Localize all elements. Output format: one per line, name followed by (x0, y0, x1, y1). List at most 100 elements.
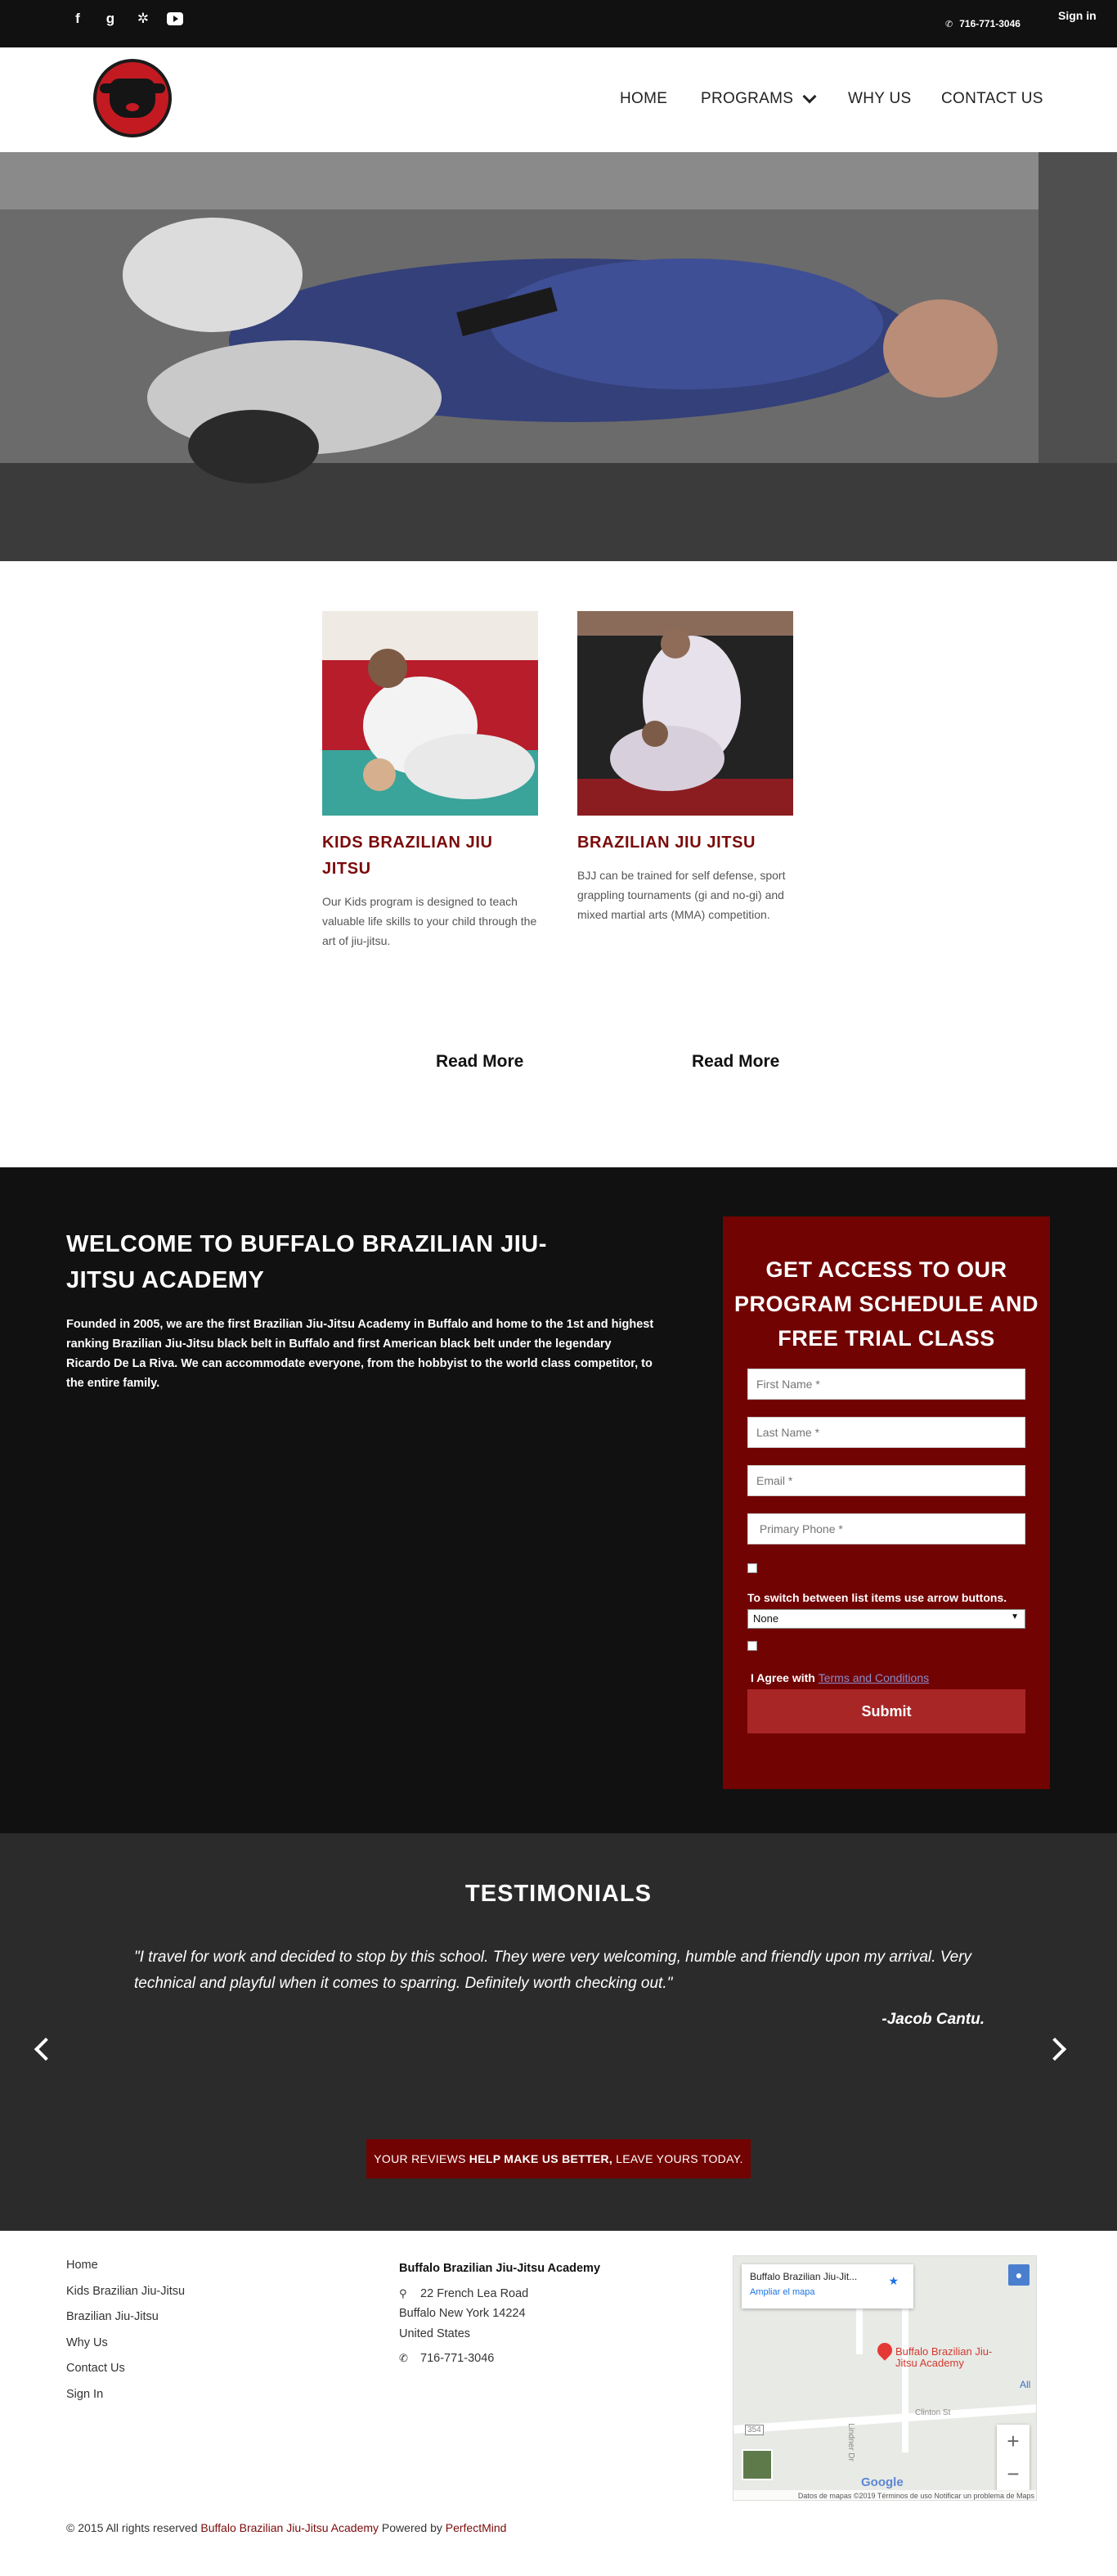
footer-address: Buffalo Brazilian Jiu-Jitsu Academy ⚲ 22… (399, 2259, 600, 2369)
city-line: Buffalo New York 14224 (399, 2307, 526, 2320)
review-text-pre: YOUR REVIEWS (374, 2152, 466, 2165)
second-checkbox[interactable] (747, 1641, 757, 1651)
google-plus-icon[interactable]: g (101, 10, 119, 28)
address-line: ⚲ 22 French Lea Road (399, 2284, 600, 2304)
country-line: United States (399, 2326, 471, 2340)
program-title[interactable]: BRAZILIAN JIU JITSU (577, 829, 793, 856)
map-road (902, 2289, 908, 2452)
testimonials-title: TESTIMONIALS (465, 1881, 652, 1907)
trial-signup-form: GET ACCESS TO OUR PROGRAM SCHEDULE AND F… (723, 1216, 1050, 1789)
program-description: BJJ can be trained for self defense, spo… (577, 869, 786, 921)
phone-field[interactable] (747, 1513, 1025, 1544)
yelp-icon[interactable]: ✲ (134, 10, 152, 28)
footer-link-why-us[interactable]: Why Us (66, 2336, 185, 2362)
program-card-kids: KIDS BRAZILIAN JIU JITSU Our Kids progra… (322, 611, 538, 951)
footer-link-bjj[interactable]: Brazilian Jiu-Jitsu (66, 2310, 185, 2336)
terms-link[interactable]: Terms and Conditions (819, 1671, 929, 1684)
footer-link-contact[interactable]: Contact Us (66, 2362, 185, 2388)
read-more-kids-link[interactable]: Read More (436, 1052, 523, 1072)
leave-review-button[interactable]: YOUR REVIEWS HELP MAKE US BETTER, LEAVE … (366, 2139, 751, 2178)
bull-skull-icon (100, 79, 165, 118)
youtube-icon[interactable] (167, 12, 183, 25)
submit-button[interactable]: Submit (747, 1689, 1025, 1733)
google-logo: Google (861, 2475, 904, 2489)
map-road (856, 2305, 863, 2354)
top-phone-number: 716-771-3046 (959, 18, 1021, 29)
last-name-field[interactable] (747, 1417, 1025, 1448)
testimonials-section: TESTIMONIALS "I travel for work and deci… (0, 1833, 1117, 2231)
map-pin-label: Buffalo Brazilian Jiu-Jitsu Academy (895, 2345, 993, 2369)
agree-text: I Agree with (751, 1671, 815, 1684)
welcome-text: Founded in 2005, we are the first Brazil… (66, 1318, 654, 1390)
nav-home[interactable]: HOME (620, 90, 667, 108)
welcome-title: WELCOME TO BUFFALO BRAZILIAN JIU-JITSU A… (66, 1231, 547, 1293)
program-description: Our Kids program is designed to teach va… (322, 895, 537, 947)
footer-link-kids[interactable]: Kids Brazilian Jiu-Jitsu (66, 2285, 185, 2311)
kids-program-photo[interactable] (322, 611, 538, 816)
zoom-in-icon[interactable]: + (997, 2425, 1030, 2457)
first-name-field[interactable] (747, 1369, 1025, 1400)
read-more-bjj-link[interactable]: Read More (692, 1052, 779, 1072)
copyright-text: © 2015 All rights reserved (66, 2521, 198, 2534)
map-info-card: Buffalo Brazilian Jiu-Jit... Ampliar el … (742, 2264, 913, 2309)
copyright-org-link[interactable]: Buffalo Brazilian Jiu-Jitsu Academy (200, 2521, 379, 2534)
map-card-title: Buffalo Brazilian Jiu-Jit... (750, 2271, 858, 2282)
carousel-next-icon[interactable] (1043, 2037, 1067, 2061)
powered-by-text: Powered by (381, 2521, 442, 2534)
list-select[interactable]: None ▼ (747, 1609, 1025, 1629)
program-card-bjj: BRAZILIAN JIU JITSU BJJ can be trained f… (577, 611, 793, 924)
map-street-label-2: Lindner Dr (846, 2423, 855, 2461)
footer-phone[interactable]: 716-771-3046 (420, 2352, 494, 2365)
footer-org-name: Buffalo Brazilian Jiu-Jitsu Academy (399, 2262, 601, 2275)
select-arrow-icon: ▼ (1011, 1612, 1019, 1621)
person-icon[interactable]: ● (1008, 2264, 1030, 2286)
footer-link-home[interactable]: Home (66, 2259, 185, 2285)
review-text-post: LEAVE YOURS TODAY. (616, 2152, 743, 2165)
sign-in-link[interactable]: Sign in (1058, 9, 1097, 22)
top-phone[interactable]: ✆ 716-771-3046 (945, 18, 1021, 29)
zoom-out-icon[interactable]: − (997, 2457, 1030, 2490)
top-bar: f g ✲ ✆ 716-771-3046 Sign in (0, 0, 1117, 47)
map-road (733, 2404, 1036, 2434)
nav-programs-label: PROGRAMS (701, 90, 794, 107)
testimonial-quote: "I travel for work and decided to stop b… (134, 1949, 972, 1992)
carousel-prev-icon[interactable] (34, 2037, 58, 2061)
nav-why-us[interactable]: WHY US (848, 90, 911, 108)
switch-note: To switch between list items use arrow b… (747, 1591, 1007, 1604)
footer-links: Home Kids Brazilian Jiu-Jitsu Brazilian … (66, 2259, 185, 2413)
phone-line: ✆ 716-771-3046 (399, 2349, 600, 2369)
map-route-label: 354 (745, 2425, 764, 2435)
map-zoom-controls: + − (997, 2425, 1030, 2490)
map-pin-icon[interactable] (874, 2340, 895, 2361)
bjj-program-photo[interactable] (577, 611, 793, 816)
star-icon[interactable]: ★ (888, 2274, 899, 2288)
street-address: 22 French Lea Road (420, 2286, 529, 2300)
perfectmind-link[interactable]: PerfectMind (446, 2521, 507, 2534)
map-side-label: All (1020, 2379, 1031, 2390)
site-header: HOME PROGRAMS WHY US CONTACT US (0, 47, 1117, 152)
social-links: f g ✲ (69, 10, 183, 28)
review-text-bold: HELP MAKE US BETTER, (469, 2152, 613, 2165)
map-attribution: Datos de mapas ©2019 Términos de uso Not… (733, 2490, 1036, 2500)
site-footer: Home Kids Brazilian Jiu-Jitsu Brazilian … (0, 2231, 1117, 2576)
phone-icon: ✆ (945, 19, 953, 29)
first-checkbox[interactable] (747, 1563, 757, 1573)
email-field[interactable] (747, 1465, 1025, 1496)
select-value: None (753, 1612, 779, 1625)
nav-contact-us[interactable]: CONTACT US (941, 90, 1043, 108)
satellite-toggle[interactable] (742, 2449, 773, 2480)
hero-image (0, 152, 1117, 561)
testimonial-author: -Jacob Cantu. (881, 2011, 985, 2028)
program-title[interactable]: KIDS BRAZILIAN JIU JITSU (322, 829, 538, 882)
map-street-label: Clinton St (915, 2408, 951, 2417)
facebook-icon[interactable]: f (69, 10, 87, 28)
academy-logo[interactable] (93, 59, 172, 137)
form-title: GET ACCESS TO OUR PROGRAM SCHEDULE AND F… (733, 1257, 1038, 1351)
location-map[interactable]: Buffalo Brazilian Jiu-Jit... Ampliar el … (733, 2255, 1037, 2501)
enlarge-map-link[interactable]: Ampliar el mapa (750, 2287, 905, 2297)
copyright: © 2015 All rights reserved Buffalo Brazi… (66, 2521, 506, 2534)
chevron-down-icon (802, 89, 817, 104)
agree-terms: I Agree with Terms and Conditions (751, 1671, 929, 1684)
nav-programs[interactable]: PROGRAMS (701, 89, 817, 108)
footer-link-sign-in[interactable]: Sign In (66, 2388, 185, 2414)
